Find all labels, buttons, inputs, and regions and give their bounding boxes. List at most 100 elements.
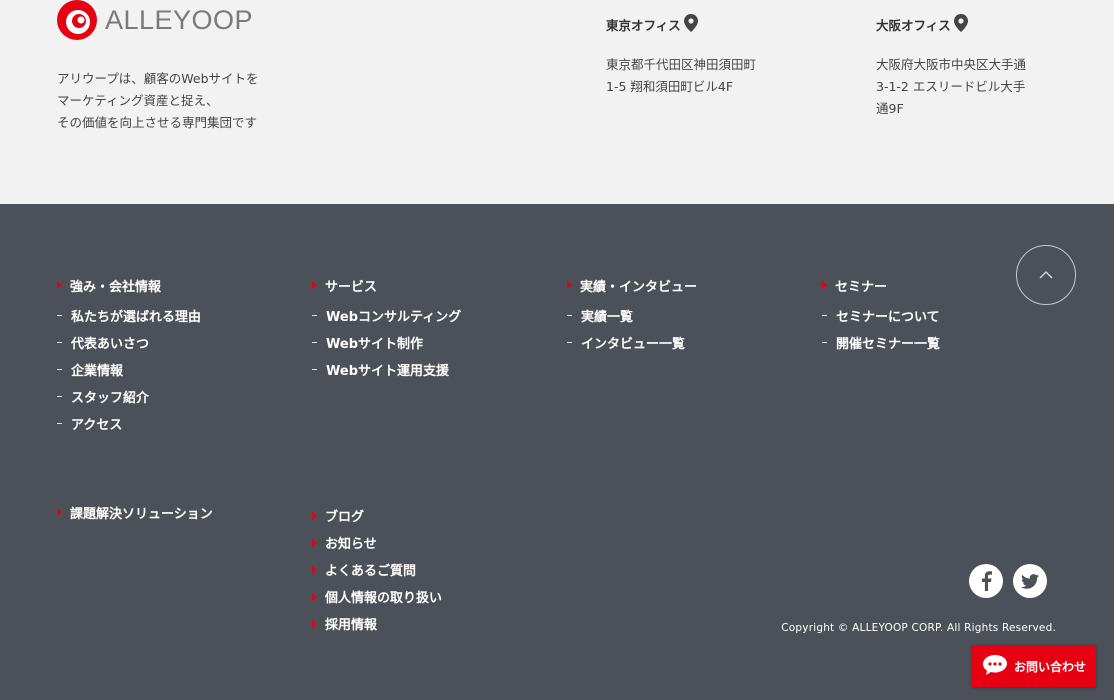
nav-link-label: 採用情報 (325, 618, 378, 633)
nav-link-faq[interactable]: よくあるご質問 (312, 556, 442, 583)
logo-mark-icon (57, 0, 97, 40)
nav-link-label: アクセス (71, 418, 123, 433)
chevron-right-icon (312, 619, 317, 628)
dash-icon (567, 342, 572, 343)
nav-link-label: インタビュー一覧 (581, 337, 686, 352)
chevron-right-icon (822, 281, 827, 289)
chevron-right-icon (312, 592, 317, 601)
chevron-right-icon (312, 281, 317, 289)
nav-heading-label: サービス (325, 279, 378, 295)
nav-link[interactable]: インタビュー一覧 (567, 329, 697, 356)
chevron-right-icon (57, 508, 62, 516)
chevron-right-icon (312, 538, 317, 547)
nav-column-misc: ブログ お知らせ よくあるご質問 個人情報の取り扱い 採用情報 (312, 502, 442, 637)
nav-link[interactable]: 開催セミナー一覧 (822, 329, 940, 356)
footer: 強み・会社情報 私たちが選ばれる理由 代表あいさつ 企業情報 スタッフ紹介 アク… (0, 204, 1114, 700)
address-line: 3-1-2 エスリードビル大手 (876, 79, 1026, 94)
tagline-line: マーケティング資産と捉え、 (57, 93, 219, 108)
chevron-up-icon (1039, 271, 1053, 279)
chevron-right-icon (57, 281, 62, 289)
nav-link[interactable]: Webコンサルティング (312, 302, 461, 329)
nav-column-service: サービス Webコンサルティング Webサイト制作 Webサイト運用支援 (312, 275, 461, 383)
nav-heading-label: 実績・インタビュー (580, 279, 698, 295)
nav-link[interactable]: Webサイト制作 (312, 329, 461, 356)
address-line: 東京都千代田区神田須田町 (606, 57, 757, 72)
nav-link[interactable]: 代表あいさつ (57, 329, 201, 356)
office-title[interactable]: 東京オフィス (606, 12, 836, 36)
office-title[interactable]: 大阪オフィス (876, 12, 1066, 36)
dash-icon (57, 315, 62, 316)
twitter-button[interactable] (1013, 564, 1047, 598)
copyright: Copyright © ALLEYOOP CORP. All Rights Re… (781, 622, 1056, 634)
nav-link-label: 代表あいさつ (71, 337, 150, 352)
facebook-icon (982, 571, 992, 591)
dash-icon (57, 396, 62, 397)
nav-heading-seminar[interactable]: セミナー (822, 275, 940, 295)
address-line: 大阪府大阪市中央区大手通 (876, 57, 1027, 72)
nav-heading-solution[interactable]: 課題解決ソリューション (57, 502, 213, 522)
map-pin-icon[interactable] (953, 13, 968, 35)
nav-column-solution: 課題解決ソリューション (57, 502, 213, 522)
nav-link-label: よくあるご質問 (325, 564, 417, 579)
nav-link-privacy[interactable]: 個人情報の取り扱い (312, 583, 442, 610)
nav-link[interactable]: アクセス (57, 410, 201, 437)
nav-heading-label: セミナー (835, 279, 888, 295)
nav-link[interactable]: Webサイト運用支援 (312, 356, 461, 383)
tagline: アリウープは、顧客のWebサイトを マーケティング資産と捉え、 その価値を向上さ… (57, 68, 317, 134)
tagline-line: その価値を向上させる専門集団です (57, 115, 258, 130)
office-title-label: 東京オフィス (606, 17, 681, 33)
nav-heading-label: 課題解決ソリューション (70, 506, 213, 522)
dash-icon (312, 369, 317, 370)
nav-heading-service[interactable]: サービス (312, 275, 461, 295)
dash-icon (822, 315, 827, 316)
contact-button[interactable]: お問い合わせ (972, 645, 1096, 687)
nav-column-company: 強み・会社情報 私たちが選ばれる理由 代表あいさつ 企業情報 スタッフ紹介 アク… (57, 275, 201, 437)
chevron-right-icon (312, 511, 317, 520)
nav-link-label: セミナーについて (836, 310, 940, 325)
nav-link-label: Webサイト運用支援 (326, 364, 449, 379)
dash-icon (312, 342, 317, 343)
contact-button-label: お問い合わせ (1013, 659, 1086, 674)
nav-column-seminar: セミナー セミナーについて 開催セミナー一覧 (822, 275, 940, 356)
office-tokyo: 東京オフィス 東京都千代田区神田須田町 1-5 翔和須田町ビル4F (606, 12, 836, 98)
nav-link-blog[interactable]: ブログ (312, 502, 442, 529)
header-info: ALLEYOOP アリウープは、顧客のWebサイトを マーケティング資産と捉え、… (0, 0, 1114, 204)
nav-link[interactable]: セミナーについて (822, 302, 940, 329)
dash-icon (822, 342, 827, 343)
nav-link-label: 個人情報の取り扱い (325, 591, 443, 606)
office-title-label: 大阪オフィス (876, 17, 951, 33)
nav-link-label: スタッフ紹介 (71, 391, 150, 406)
logo-text: ALLEYOOP (105, 4, 254, 35)
nav-link-recruit[interactable]: 採用情報 (312, 610, 442, 637)
nav-link[interactable]: 企業情報 (57, 356, 201, 383)
facebook-button[interactable] (969, 564, 1003, 598)
address-line: 通9F (876, 101, 904, 116)
nav-link[interactable]: 私たちが選ばれる理由 (57, 302, 201, 329)
nav-heading-works[interactable]: 実績・インタビュー (567, 275, 697, 295)
chevron-right-icon (567, 281, 572, 289)
tagline-line: アリウープは、顧客のWebサイトを (57, 71, 259, 86)
nav-link-news[interactable]: お知らせ (312, 529, 442, 556)
office-address: 大阪府大阪市中央区大手通 3-1-2 エスリードビル大手 通9F (876, 54, 1066, 120)
dash-icon (57, 423, 62, 424)
dash-icon (312, 315, 317, 316)
dash-icon (57, 342, 62, 343)
office-osaka: 大阪オフィス 大阪府大阪市中央区大手通 3-1-2 エスリードビル大手 通9F (876, 12, 1066, 120)
office-address: 東京都千代田区神田須田町 1-5 翔和須田町ビル4F (606, 54, 836, 98)
twitter-icon (1021, 573, 1039, 589)
chat-bubble-icon (982, 654, 1008, 679)
dash-icon (57, 369, 62, 370)
nav-column-works: 実績・インタビュー 実績一覧 インタビュー一覧 (567, 275, 697, 356)
nav-link[interactable]: 実績一覧 (567, 302, 697, 329)
nav-link-label: 実績一覧 (581, 310, 634, 325)
nav-heading-company[interactable]: 強み・会社情報 (57, 275, 201, 295)
nav-link-label: Webサイト制作 (326, 337, 423, 352)
nav-link[interactable]: スタッフ紹介 (57, 383, 201, 410)
nav-link-label: 企業情報 (71, 364, 124, 379)
back-to-top-button[interactable] (1016, 245, 1076, 305)
nav-link-label: Webコンサルティング (326, 310, 462, 325)
address-line: 1-5 翔和須田町ビル4F (606, 79, 734, 94)
map-pin-icon[interactable] (683, 13, 698, 35)
nav-link-label: 私たちが選ばれる理由 (71, 310, 202, 325)
logo[interactable]: ALLEYOOP (57, 0, 253, 40)
